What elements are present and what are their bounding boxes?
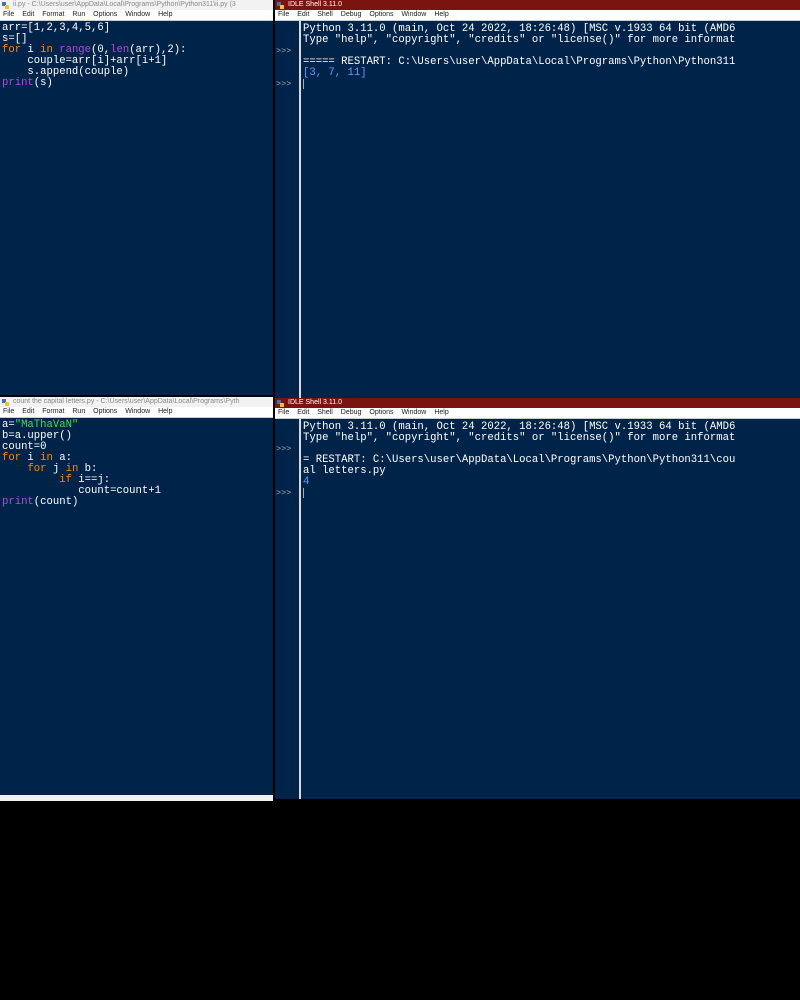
menu-options[interactable]: Options bbox=[93, 11, 117, 18]
shell-banner-line: Type "help", "copyright", "credits" or "… bbox=[303, 432, 736, 444]
shell-title: IDLE Shell 3.11.0 bbox=[288, 399, 342, 406]
shell-output-area[interactable]: >>> >>> Python 3.11.0 (main, Oct 24 2022… bbox=[275, 21, 800, 398]
menu-help[interactable]: Help bbox=[434, 409, 448, 416]
menu-window[interactable]: Window bbox=[125, 408, 150, 415]
menu-file[interactable]: File bbox=[278, 409, 289, 416]
menu-help[interactable]: Help bbox=[158, 11, 172, 18]
menu-format[interactable]: Format bbox=[42, 408, 64, 415]
menu-file[interactable]: File bbox=[278, 11, 289, 18]
shell-menubar: File Edit Shell Debug Options Window Hel… bbox=[275, 408, 800, 419]
shell-titlebar[interactable]: IDLE Shell 3.11.0 bbox=[275, 398, 800, 408]
menu-help[interactable]: Help bbox=[158, 408, 172, 415]
menu-format[interactable]: Format bbox=[42, 11, 64, 18]
shell-menubar: File Edit Shell Debug Options Window Hel… bbox=[275, 10, 800, 21]
menu-options[interactable]: Options bbox=[369, 409, 393, 416]
shell-output-area[interactable]: >>> >>> Python 3.11.0 (main, Oct 24 2022… bbox=[275, 419, 800, 799]
menu-window[interactable]: Window bbox=[401, 11, 426, 18]
menu-edit[interactable]: Edit bbox=[297, 11, 309, 18]
editor-titlebar[interactable]: count the capital letters.py - C:\Users\… bbox=[0, 397, 273, 407]
code-fragment: (count) bbox=[33, 496, 79, 508]
shell-banner-line: Type "help", "copyright", "credits" or "… bbox=[303, 34, 736, 46]
builtin-print: print bbox=[2, 496, 34, 508]
idle-icon bbox=[277, 399, 284, 407]
shell-titlebar[interactable]: IDLE Shell 3.11.0 bbox=[275, 0, 800, 10]
text-cursor bbox=[303, 79, 304, 89]
prompt-gutter: >>> >>> bbox=[275, 21, 301, 398]
code-editor[interactable]: arr=[1,2,3,4,5,6] s=[] for i in range(0,… bbox=[0, 21, 273, 395]
menu-run[interactable]: Run bbox=[72, 11, 85, 18]
prompt-gutter: >>> >>> bbox=[275, 419, 301, 799]
shell-output: [3, 7, 11] bbox=[303, 67, 367, 79]
shell-prompt: >>> bbox=[276, 444, 292, 454]
builtin-print: print bbox=[2, 77, 34, 89]
menu-edit[interactable]: Edit bbox=[22, 408, 34, 415]
window-bottom-strip bbox=[0, 795, 273, 801]
menu-shell[interactable]: Shell bbox=[317, 11, 333, 18]
code-editor[interactable]: a="MaThaVaN" b=a.upper() count=0 for i i… bbox=[0, 418, 273, 795]
shell-prompt: >>> bbox=[276, 488, 292, 498]
menu-debug[interactable]: Debug bbox=[341, 11, 362, 18]
menu-debug[interactable]: Debug bbox=[341, 409, 362, 416]
menu-window[interactable]: Window bbox=[125, 11, 150, 18]
python-feather-icon bbox=[2, 1, 9, 9]
shell-window-1: IDLE Shell 3.11.0 File Edit Shell Debug … bbox=[275, 0, 800, 398]
editor-title: count the capital letters.py - C:\Users\… bbox=[13, 398, 240, 405]
editor-window-count-capital: count the capital letters.py - C:\Users\… bbox=[0, 397, 273, 795]
shell-output: 4 bbox=[303, 476, 310, 488]
editor-menubar: File Edit Format Run Options Window Help bbox=[0, 407, 273, 418]
shell-restart-line: al letters.py bbox=[303, 465, 386, 477]
editor-menubar: File Edit Format Run Options Window Help bbox=[0, 10, 273, 21]
menu-window[interactable]: Window bbox=[401, 409, 426, 416]
menu-edit[interactable]: Edit bbox=[22, 11, 34, 18]
menu-file[interactable]: File bbox=[3, 11, 14, 18]
menu-options[interactable]: Options bbox=[93, 408, 117, 415]
editor-title: ii.py - C:\Users\user\AppData\Local\Prog… bbox=[13, 1, 236, 8]
code-fragment: (s) bbox=[33, 77, 53, 89]
python-feather-icon bbox=[2, 398, 9, 406]
editor-titlebar[interactable]: ii.py - C:\Users\user\AppData\Local\Prog… bbox=[0, 0, 273, 10]
shell-prompt: >>> bbox=[276, 46, 292, 56]
menu-edit[interactable]: Edit bbox=[297, 409, 309, 416]
idle-icon bbox=[277, 1, 284, 9]
shell-restart-line: ===== RESTART: C:\Users\user\AppData\Loc… bbox=[303, 56, 736, 68]
menu-run[interactable]: Run bbox=[72, 408, 85, 415]
menu-options[interactable]: Options bbox=[369, 11, 393, 18]
text-cursor bbox=[303, 488, 304, 498]
shell-prompt: >>> bbox=[276, 79, 292, 89]
shell-title: IDLE Shell 3.11.0 bbox=[288, 1, 342, 8]
editor-window-ii: ii.py - C:\Users\user\AppData\Local\Prog… bbox=[0, 0, 273, 395]
menu-file[interactable]: File bbox=[3, 408, 14, 415]
shell-window-2: IDLE Shell 3.11.0 File Edit Shell Debug … bbox=[275, 398, 800, 799]
menu-shell[interactable]: Shell bbox=[317, 409, 333, 416]
menu-help[interactable]: Help bbox=[434, 11, 448, 18]
